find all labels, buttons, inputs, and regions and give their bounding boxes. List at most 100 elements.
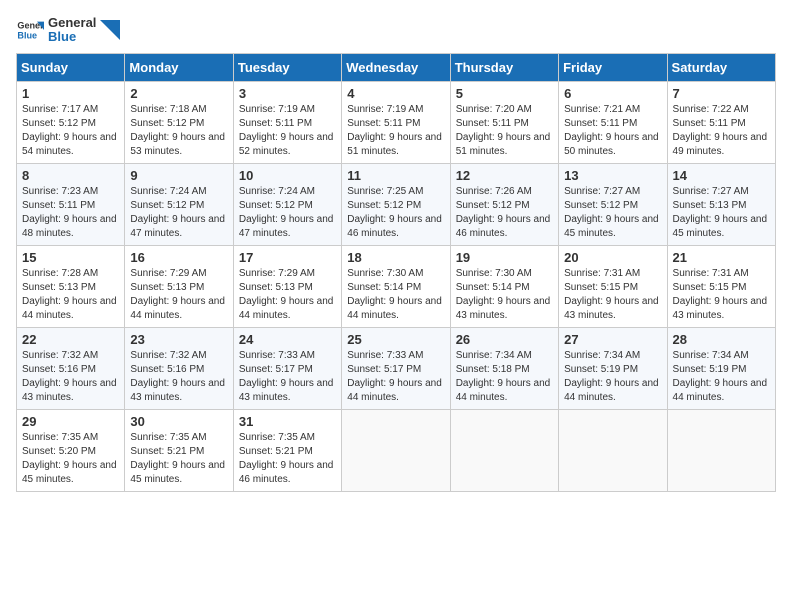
day-number: 8 <box>22 168 119 183</box>
day-info: Sunrise: 7:17 AM Sunset: 5:12 PM Dayligh… <box>22 103 119 159</box>
weekday-header-wednesday: Wednesday <box>342 53 450 81</box>
day-number: 6 <box>564 86 661 101</box>
day-info: Sunrise: 7:34 AM Sunset: 5:19 PM Dayligh… <box>564 349 661 405</box>
day-info: Sunrise: 7:28 AM Sunset: 5:13 PM Dayligh… <box>22 267 119 323</box>
calendar-cell: 4 Sunrise: 7:19 AM Sunset: 5:11 PM Dayli… <box>342 81 450 163</box>
logo: General Blue General Blue <box>16 16 120 45</box>
day-number: 14 <box>673 168 770 183</box>
calendar-week-row: 8 Sunrise: 7:23 AM Sunset: 5:11 PM Dayli… <box>17 163 776 245</box>
logo-arrow-icon <box>100 20 120 40</box>
day-info: Sunrise: 7:19 AM Sunset: 5:11 PM Dayligh… <box>239 103 336 159</box>
day-number: 21 <box>673 250 770 265</box>
day-info: Sunrise: 7:34 AM Sunset: 5:18 PM Dayligh… <box>456 349 553 405</box>
calendar-cell: 15 Sunrise: 7:28 AM Sunset: 5:13 PM Dayl… <box>17 245 125 327</box>
calendar-cell: 28 Sunrise: 7:34 AM Sunset: 5:19 PM Dayl… <box>667 327 775 409</box>
day-info: Sunrise: 7:29 AM Sunset: 5:13 PM Dayligh… <box>239 267 336 323</box>
day-info: Sunrise: 7:22 AM Sunset: 5:11 PM Dayligh… <box>673 103 770 159</box>
weekday-header-thursday: Thursday <box>450 53 558 81</box>
day-number: 3 <box>239 86 336 101</box>
day-info: Sunrise: 7:31 AM Sunset: 5:15 PM Dayligh… <box>564 267 661 323</box>
calendar-cell: 2 Sunrise: 7:18 AM Sunset: 5:12 PM Dayli… <box>125 81 233 163</box>
day-info: Sunrise: 7:25 AM Sunset: 5:12 PM Dayligh… <box>347 185 444 241</box>
day-info: Sunrise: 7:34 AM Sunset: 5:19 PM Dayligh… <box>673 349 770 405</box>
day-number: 4 <box>347 86 444 101</box>
calendar-cell <box>342 409 450 491</box>
calendar-cell: 17 Sunrise: 7:29 AM Sunset: 5:13 PM Dayl… <box>233 245 341 327</box>
day-number: 28 <box>673 332 770 347</box>
day-number: 16 <box>130 250 227 265</box>
day-info: Sunrise: 7:35 AM Sunset: 5:21 PM Dayligh… <box>130 431 227 487</box>
day-number: 18 <box>347 250 444 265</box>
day-number: 5 <box>456 86 553 101</box>
day-info: Sunrise: 7:33 AM Sunset: 5:17 PM Dayligh… <box>347 349 444 405</box>
day-info: Sunrise: 7:30 AM Sunset: 5:14 PM Dayligh… <box>456 267 553 323</box>
calendar-week-row: 15 Sunrise: 7:28 AM Sunset: 5:13 PM Dayl… <box>17 245 776 327</box>
day-number: 26 <box>456 332 553 347</box>
calendar-cell: 29 Sunrise: 7:35 AM Sunset: 5:20 PM Dayl… <box>17 409 125 491</box>
day-info: Sunrise: 7:29 AM Sunset: 5:13 PM Dayligh… <box>130 267 227 323</box>
day-number: 10 <box>239 168 336 183</box>
calendar-cell: 19 Sunrise: 7:30 AM Sunset: 5:14 PM Dayl… <box>450 245 558 327</box>
calendar-header-row: SundayMondayTuesdayWednesdayThursdayFrid… <box>17 53 776 81</box>
calendar-cell: 3 Sunrise: 7:19 AM Sunset: 5:11 PM Dayli… <box>233 81 341 163</box>
day-number: 23 <box>130 332 227 347</box>
calendar-cell: 6 Sunrise: 7:21 AM Sunset: 5:11 PM Dayli… <box>559 81 667 163</box>
calendar-body: 1 Sunrise: 7:17 AM Sunset: 5:12 PM Dayli… <box>17 81 776 491</box>
weekday-header-sunday: Sunday <box>17 53 125 81</box>
day-number: 25 <box>347 332 444 347</box>
day-number: 31 <box>239 414 336 429</box>
calendar-cell: 31 Sunrise: 7:35 AM Sunset: 5:21 PM Dayl… <box>233 409 341 491</box>
day-info: Sunrise: 7:19 AM Sunset: 5:11 PM Dayligh… <box>347 103 444 159</box>
day-number: 15 <box>22 250 119 265</box>
day-info: Sunrise: 7:23 AM Sunset: 5:11 PM Dayligh… <box>22 185 119 241</box>
svg-text:Blue: Blue <box>17 31 37 41</box>
calendar-week-row: 1 Sunrise: 7:17 AM Sunset: 5:12 PM Dayli… <box>17 81 776 163</box>
logo-general: General <box>48 16 96 30</box>
day-number: 9 <box>130 168 227 183</box>
calendar-cell: 21 Sunrise: 7:31 AM Sunset: 5:15 PM Dayl… <box>667 245 775 327</box>
logo-icon: General Blue <box>16 16 44 44</box>
calendar-cell: 16 Sunrise: 7:29 AM Sunset: 5:13 PM Dayl… <box>125 245 233 327</box>
day-number: 2 <box>130 86 227 101</box>
day-info: Sunrise: 7:35 AM Sunset: 5:21 PM Dayligh… <box>239 431 336 487</box>
calendar-cell: 26 Sunrise: 7:34 AM Sunset: 5:18 PM Dayl… <box>450 327 558 409</box>
day-number: 27 <box>564 332 661 347</box>
day-number: 7 <box>673 86 770 101</box>
calendar-cell <box>559 409 667 491</box>
calendar-cell: 1 Sunrise: 7:17 AM Sunset: 5:12 PM Dayli… <box>17 81 125 163</box>
day-number: 22 <box>22 332 119 347</box>
weekday-header-monday: Monday <box>125 53 233 81</box>
calendar-cell: 10 Sunrise: 7:24 AM Sunset: 5:12 PM Dayl… <box>233 163 341 245</box>
calendar-cell: 5 Sunrise: 7:20 AM Sunset: 5:11 PM Dayli… <box>450 81 558 163</box>
day-info: Sunrise: 7:24 AM Sunset: 5:12 PM Dayligh… <box>239 185 336 241</box>
calendar-cell: 18 Sunrise: 7:30 AM Sunset: 5:14 PM Dayl… <box>342 245 450 327</box>
page-header: General Blue General Blue <box>16 16 776 45</box>
calendar-week-row: 29 Sunrise: 7:35 AM Sunset: 5:20 PM Dayl… <box>17 409 776 491</box>
day-number: 1 <box>22 86 119 101</box>
day-number: 13 <box>564 168 661 183</box>
calendar-cell: 12 Sunrise: 7:26 AM Sunset: 5:12 PM Dayl… <box>450 163 558 245</box>
day-number: 19 <box>456 250 553 265</box>
weekday-header-saturday: Saturday <box>667 53 775 81</box>
calendar-table: SundayMondayTuesdayWednesdayThursdayFrid… <box>16 53 776 492</box>
calendar-cell <box>667 409 775 491</box>
calendar-cell: 25 Sunrise: 7:33 AM Sunset: 5:17 PM Dayl… <box>342 327 450 409</box>
day-number: 11 <box>347 168 444 183</box>
day-info: Sunrise: 7:18 AM Sunset: 5:12 PM Dayligh… <box>130 103 227 159</box>
day-info: Sunrise: 7:27 AM Sunset: 5:12 PM Dayligh… <box>564 185 661 241</box>
calendar-cell: 24 Sunrise: 7:33 AM Sunset: 5:17 PM Dayl… <box>233 327 341 409</box>
calendar-cell: 30 Sunrise: 7:35 AM Sunset: 5:21 PM Dayl… <box>125 409 233 491</box>
day-info: Sunrise: 7:30 AM Sunset: 5:14 PM Dayligh… <box>347 267 444 323</box>
calendar-cell: 8 Sunrise: 7:23 AM Sunset: 5:11 PM Dayli… <box>17 163 125 245</box>
calendar-cell: 20 Sunrise: 7:31 AM Sunset: 5:15 PM Dayl… <box>559 245 667 327</box>
day-info: Sunrise: 7:32 AM Sunset: 5:16 PM Dayligh… <box>130 349 227 405</box>
day-number: 30 <box>130 414 227 429</box>
day-number: 17 <box>239 250 336 265</box>
day-number: 29 <box>22 414 119 429</box>
calendar-cell: 23 Sunrise: 7:32 AM Sunset: 5:16 PM Dayl… <box>125 327 233 409</box>
calendar-cell: 13 Sunrise: 7:27 AM Sunset: 5:12 PM Dayl… <box>559 163 667 245</box>
day-number: 24 <box>239 332 336 347</box>
day-info: Sunrise: 7:21 AM Sunset: 5:11 PM Dayligh… <box>564 103 661 159</box>
day-info: Sunrise: 7:24 AM Sunset: 5:12 PM Dayligh… <box>130 185 227 241</box>
day-info: Sunrise: 7:27 AM Sunset: 5:13 PM Dayligh… <box>673 185 770 241</box>
